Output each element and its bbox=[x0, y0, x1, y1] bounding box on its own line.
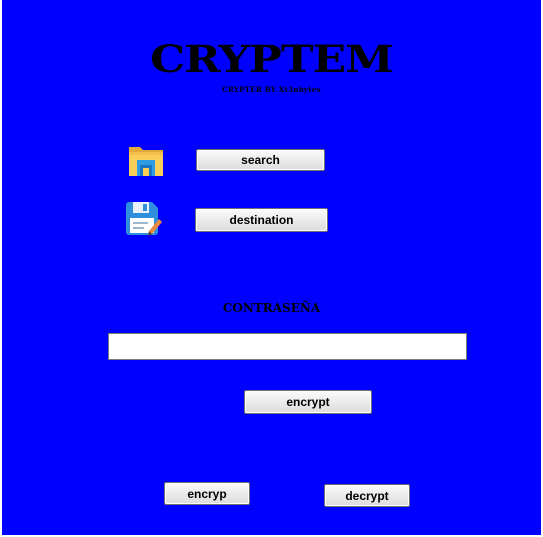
app-subtitle: CRYPTER BY Xt3nbytes bbox=[222, 85, 321, 94]
folder-icon bbox=[129, 147, 163, 176]
decrypt-button[interactable]: decrypt bbox=[324, 484, 410, 507]
password-label: CONTRASEÑA bbox=[222, 301, 321, 315]
app-window: CRYPTEM CRYPTER BY Xt3nbytes search dest… bbox=[0, 0, 543, 537]
encrypt-button[interactable]: encrypt bbox=[244, 390, 372, 414]
destination-button[interactable]: destination bbox=[195, 208, 328, 232]
search-button[interactable]: search bbox=[196, 149, 325, 171]
password-input[interactable] bbox=[108, 333, 467, 360]
encryp-button[interactable]: encryp bbox=[164, 482, 250, 505]
floppy-save-icon bbox=[126, 202, 162, 236]
form-area: CRYPTEM CRYPTER BY Xt3nbytes search dest… bbox=[2, 0, 541, 535]
app-title: CRYPTEM bbox=[150, 38, 394, 82]
